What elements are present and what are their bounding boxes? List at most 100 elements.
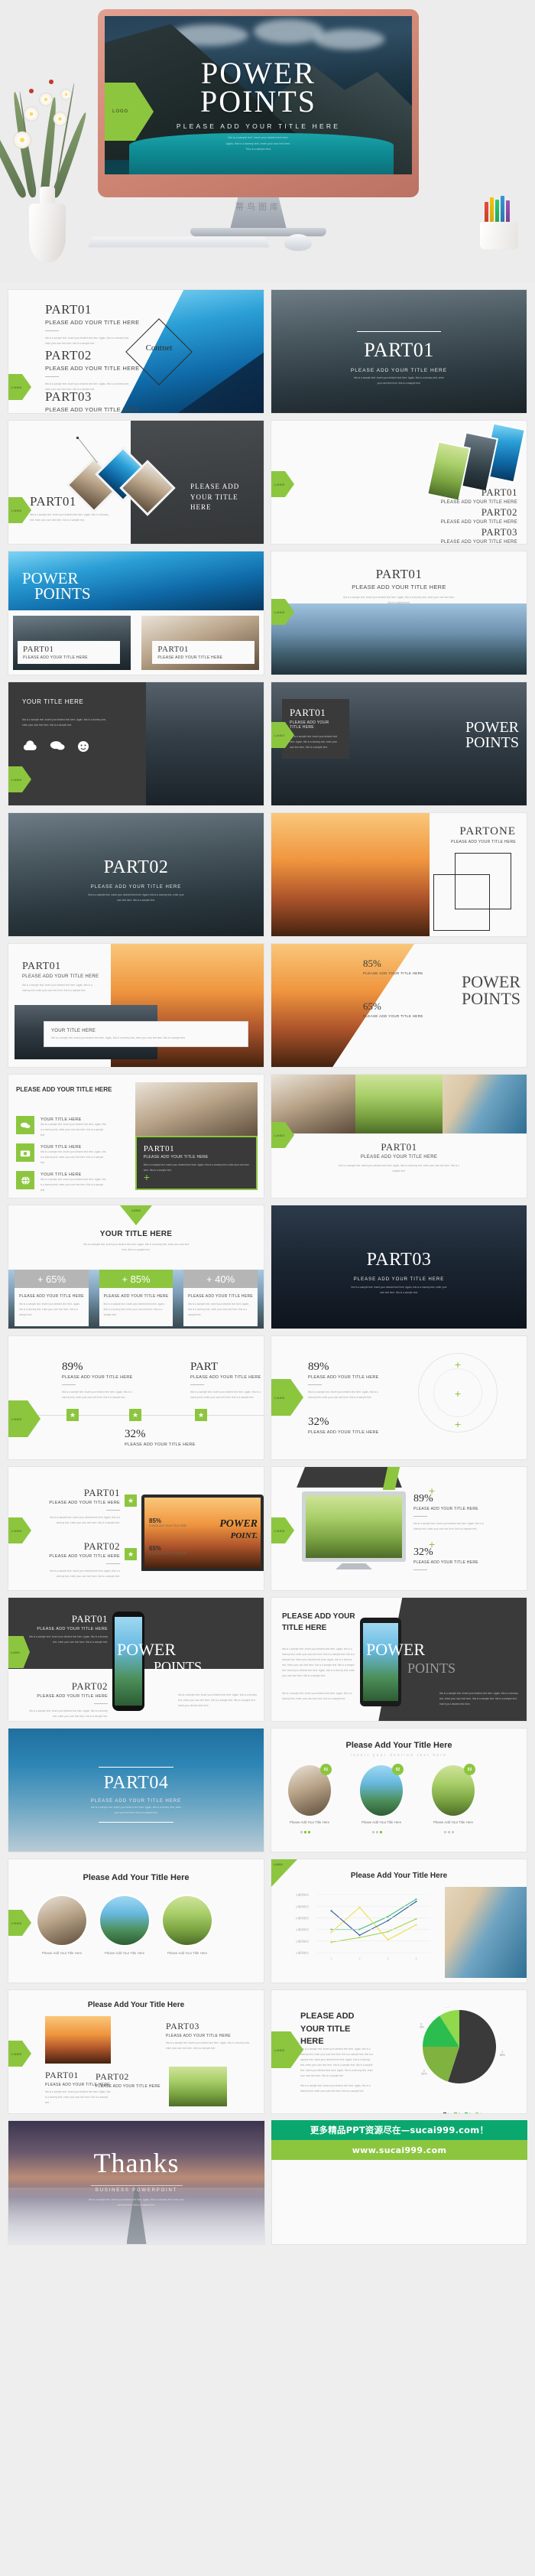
- slide-part01-02-03-cards[interactable]: PART01 PLEASE ADD YOUR TITLE HERE PART02…: [271, 420, 527, 545]
- list-item[interactable]: YOUR TITLE HERE this is a sample text. i…: [16, 1143, 106, 1166]
- laptop-stat-85: 85% PLEASE ADD YOUR TITLE HERE: [149, 1517, 187, 1527]
- slide-phone-power-points[interactable]: LOGO PART01 PLEASE ADD YOUR TITLE HERE t…: [8, 1597, 264, 1722]
- slide-part01-frame-photo[interactable]: PART01 PLEASE ADD YOUR TITLE HERE this i…: [8, 943, 264, 1068]
- stat-32: 32% PLEASE ADD YOUR TITLE HERE: [413, 1547, 478, 1575]
- percent-card-1[interactable]: + 65% PLEASE ADD YOUR TITLE HERE this is…: [15, 1270, 89, 1326]
- slide-three-circles-photos[interactable]: Please Add Your Title Here Please Add Yo…: [8, 1859, 264, 1983]
- star-icon[interactable]: ★: [125, 1548, 137, 1560]
- circle-photo-2[interactable]: [99, 1895, 151, 1947]
- slide-partone-sunset[interactable]: PARTONE PLEASE ADD YOUR TITLE HERE: [271, 812, 527, 937]
- logo-arrow[interactable]: LOGO: [8, 374, 31, 400]
- sunset-photo: [271, 813, 430, 936]
- svg-text:20%: 20%: [421, 2073, 427, 2076]
- beach-photo: [445, 1887, 527, 1979]
- star-icon[interactable]: ★: [66, 1409, 79, 1421]
- slide-icon-list-green[interactable]: PLEASE ADD YOUR TITLE HERE YOUR TITLE HE…: [8, 1074, 264, 1199]
- percent-card-3[interactable]: + 40% PLEASE ADD YOUR TITLE HERE this is…: [183, 1270, 258, 1326]
- slide-title: PLEASE ADD YOUR TITLE HERE: [282, 1612, 355, 1632]
- slide-imac-89-32[interactable]: + 89% PLEASE ADD YOUR TITLE HERE this is…: [271, 1466, 527, 1591]
- logo-triangle: LOGO: [120, 1205, 152, 1225]
- slide-heading: PART01 PLEASE ADD YOUR TITLE HERE this i…: [343, 567, 455, 605]
- star-icon[interactable]: ★: [125, 1495, 137, 1507]
- star-icon[interactable]: ★: [195, 1409, 207, 1421]
- plus-icon[interactable]: +: [455, 1359, 461, 1370]
- slide-agenda-content[interactable]: PART01 PLEASE ADD YOUR TITLE HERE this i…: [8, 289, 264, 414]
- slide-part01-cover[interactable]: PART01 PLEASE ADD YOUR TITLE HERE this i…: [271, 289, 527, 414]
- card-item-3: PART03 PLEASE ADD YOUR TITLE HERE: [440, 526, 517, 545]
- logo-arrow[interactable]: LOGO: [8, 1517, 31, 1543]
- deck-row: YOUR TITLE HERE this is a sample text. i…: [8, 681, 527, 806]
- keyboard: [87, 236, 271, 248]
- slide-title: YOUR TITLE HERE: [99, 1230, 173, 1238]
- logo-arrow[interactable]: LOGO: [8, 1400, 41, 1437]
- slide-collage-part01[interactable]: PART01 PLEASE ADD YOUR TITLE HERE this i…: [271, 1074, 527, 1199]
- logo-arrow[interactable]: LOGO: [271, 2031, 303, 2068]
- plus-icon[interactable]: +: [455, 1388, 461, 1399]
- slide-89-32-circles[interactable]: + + + 89% PLEASE ADD YOUR TITLE HERE thi…: [271, 1335, 527, 1460]
- tablet-screen: [363, 1623, 398, 1701]
- svg-text:y/通用格式: y/通用格式: [296, 1916, 310, 1920]
- slide-part01-city[interactable]: PART01 PLEASE ADD YOUR TITLE HERE this i…: [271, 551, 527, 675]
- promo-banner-top[interactable]: 更多精品PPT资源尽在—sucai999.com！: [271, 2120, 527, 2140]
- slide-deck: PART01 PLEASE ADD YOUR TITLE HERE this i…: [0, 283, 535, 2245]
- icon-cloud[interactable]: [22, 740, 37, 756]
- promo-banner-bottom[interactable]: www.sucai999.com: [271, 2140, 527, 2160]
- icon-chat[interactable]: [50, 740, 65, 756]
- part02-block: PART02 PLEASE ADD YOUR TITLE HERE this i…: [29, 1680, 108, 1719]
- stat-32: 32% PLEASE ADD YOUR TITLE HERE: [125, 1428, 196, 1447]
- list-item[interactable]: YOUR TITLE HERE this is a sample text. i…: [16, 1116, 106, 1138]
- power-word: POWER: [465, 719, 519, 736]
- slide-percent-cards[interactable]: LOGO YOUR TITLE HERE this is a sample te…: [8, 1205, 264, 1329]
- slide-part01-photo-collage[interactable]: PART01 this is a sample text. insert you…: [8, 420, 264, 545]
- circle-photo-1[interactable]: [36, 1895, 88, 1947]
- content-label: Contnet: [145, 343, 173, 353]
- slide-thanks[interactable]: Thanks BUSINESS POWERPOINT this is a sam…: [8, 2120, 265, 2245]
- svg-text:3: 3: [387, 1957, 389, 1960]
- logo-arrow[interactable]: LOGO: [8, 766, 31, 792]
- hands-photo: [135, 1082, 258, 1140]
- logo-arrow[interactable]: LOGO: [8, 2041, 31, 2067]
- logo-arrow[interactable]: LOGO: [271, 471, 294, 497]
- slide-line-chart[interactable]: Please Add Your Title Here LOGO y/通用格式 y/…: [271, 1859, 527, 1983]
- slide-three-ovals[interactable]: Please Add Your Title Here insert your d…: [271, 1728, 527, 1852]
- deck-row: 89% PLEASE ADD YOUR TITLE HERE this is a…: [8, 1335, 527, 1460]
- pie-legend-item: 4: [475, 2112, 481, 2113]
- circle-photo-3[interactable]: [161, 1895, 213, 1947]
- frame-outline-2: [433, 874, 490, 931]
- slide-pie-chart[interactable]: PLEASE ADD YOUR TITLE HERE this is a sam…: [271, 1989, 527, 2114]
- chat-icon: [16, 1116, 34, 1134]
- slide-power-points-split[interactable]: POWER POINTS PART01 PLEASE ADD YOUR TITL…: [8, 551, 264, 675]
- slide-89-32-timeline[interactable]: 89% PLEASE ADD YOUR TITLE HERE this is a…: [8, 1335, 264, 1460]
- slide-part01-02-laptop[interactable]: PART01 PLEASE ADD YOUR TITLE HERE this i…: [8, 1466, 264, 1591]
- slide-part01-02-03-photos[interactable]: Please Add Your Title Here PART03 PLEASE…: [8, 1989, 264, 2114]
- list-item[interactable]: YOUR TITLE HERE this is a sample text. i…: [16, 1171, 106, 1193]
- pie-chart-plot: 1 55% 2 20% 3 16% 4 9% 1 2 3 4: [418, 2002, 506, 2113]
- badge-01: 01: [320, 1764, 332, 1775]
- plus-icon[interactable]: +: [144, 1172, 150, 1182]
- percent-card-2[interactable]: + 85% PLEASE ADD YOUR TITLE HERE this is…: [99, 1270, 173, 1326]
- logo-arrow[interactable]: LOGO: [8, 1910, 31, 1936]
- stat-89: 89% PLEASE ADD YOUR TITLE HERE this is a…: [308, 1361, 379, 1400]
- dots-2: [372, 1831, 382, 1833]
- slide-part04-cover[interactable]: PART04 PLEASE ADD YOUR TITLE HERE this i…: [8, 1728, 264, 1852]
- slide-part02-cover[interactable]: PART02 PLEASE ADD YOUR TITLE HERE this i…: [8, 812, 264, 937]
- deck-row: PART01 PLEASE ADD YOUR TITLE HERE this i…: [8, 943, 527, 1068]
- svg-text:4: 4: [416, 1957, 417, 1960]
- slide-85-65-power-points[interactable]: 85% PLEASE ADD YOUR TITLE HERE 65% PLEAS…: [271, 943, 527, 1068]
- logo-arrow[interactable]: LOGO: [8, 497, 31, 523]
- slide-part03-cover[interactable]: PART03 PLEASE ADD YOUR TITLE HERE this i…: [271, 1205, 527, 1329]
- card-item-1: PART01 PLEASE ADD YOUR TITLE HERE: [440, 486, 517, 505]
- star-icon[interactable]: ★: [129, 1409, 141, 1421]
- icon-smiley[interactable]: [77, 740, 89, 756]
- divider-line: [357, 331, 441, 333]
- deck-row: PART01 PLEASE ADD YOUR TITLE HERE this i…: [8, 289, 527, 414]
- slide-icons-dark[interactable]: YOUR TITLE HERE this is a sample text. i…: [8, 681, 264, 806]
- logo-arrow[interactable]: LOGO: [271, 1517, 294, 1543]
- points-word: POINTS: [407, 1660, 456, 1676]
- part02-block: PART02 PLEASE ADD YOUR TITLE HERE this i…: [49, 1540, 120, 1579]
- logo-arrow[interactable]: LOGO: [271, 1379, 303, 1416]
- plus-icon[interactable]: +: [455, 1419, 461, 1429]
- slide-part01-power-points-dock[interactable]: PART01 PLEASE ADD YOUR TITLE HERE this i…: [271, 681, 527, 806]
- svg-text:16%: 16%: [420, 2026, 424, 2029]
- slide-tablet-power-points[interactable]: PLEASE ADD YOUR TITLE HERE this is a sam…: [271, 1597, 527, 1722]
